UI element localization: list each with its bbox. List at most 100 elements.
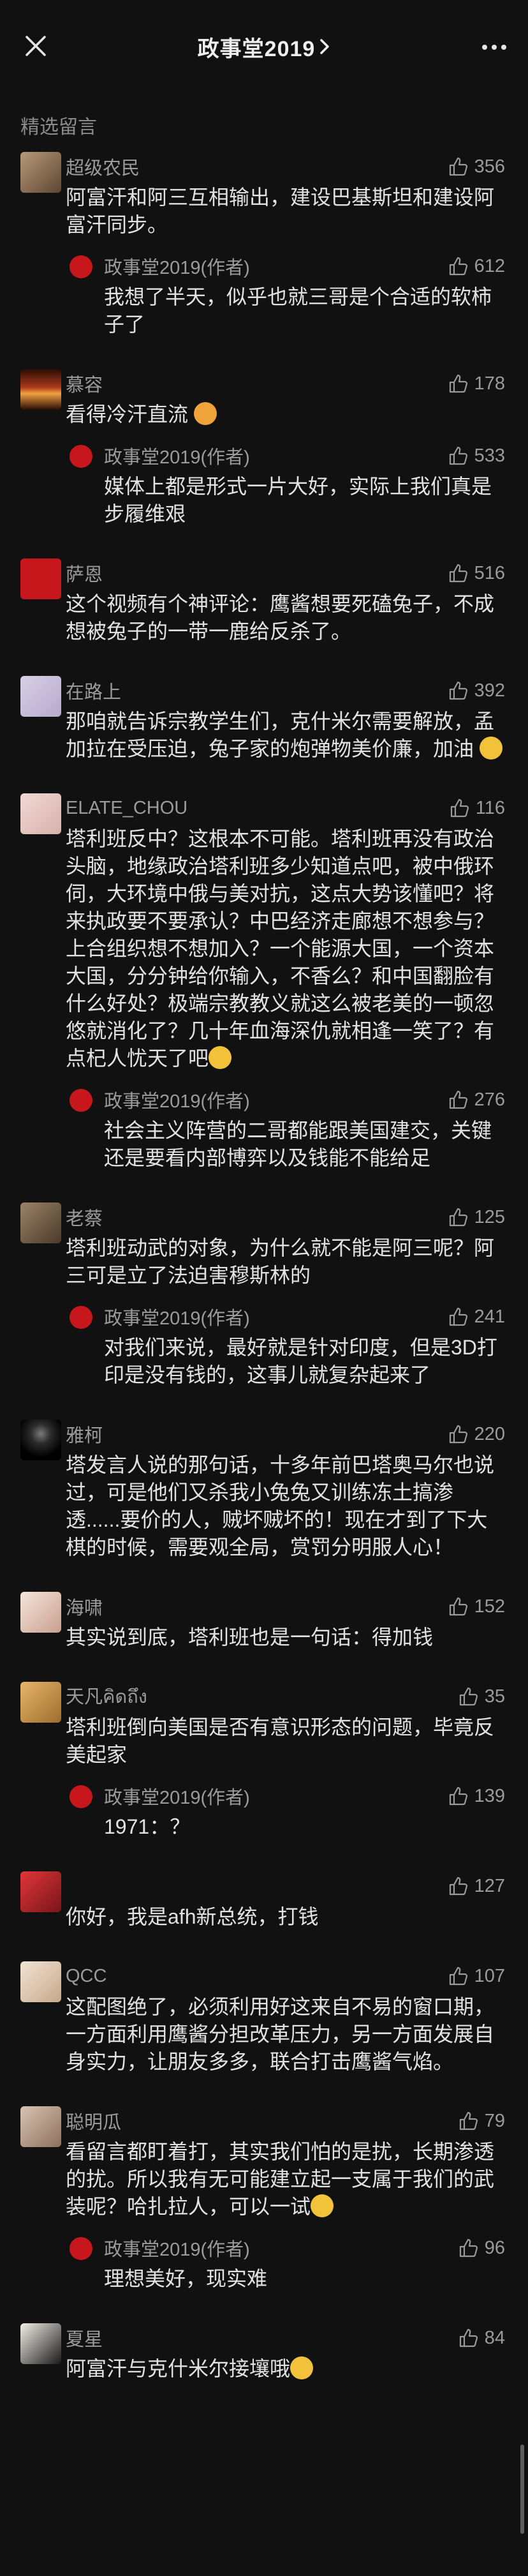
- author-name[interactable]: 政事堂2019(作者): [104, 442, 250, 469]
- comment-item: 慕容 178 看得冷汗直流 政事堂2019(作者) 533 媒体上都是形式一片大…: [0, 368, 528, 528]
- commenter-name[interactable]: ELATE_CHOU: [66, 798, 187, 819]
- like-button[interactable]: 116: [449, 797, 505, 819]
- avatar[interactable]: [20, 558, 61, 599]
- avatar[interactable]: [20, 2106, 61, 2147]
- comment-text-row: 看留言都盯着打，其实我们怕的是扰，长期渗透的扰。所以我有无可能建立起一支属于我们…: [66, 2138, 505, 2220]
- avatar[interactable]: [20, 1682, 61, 1723]
- like-button[interactable]: 139: [448, 1785, 505, 1807]
- avatar[interactable]: [20, 1592, 61, 1633]
- thumbs-up-icon: [449, 681, 467, 700]
- author-avatar: [70, 445, 92, 468]
- like-count: 276: [474, 1089, 505, 1110]
- thumbs-up-icon: [449, 1597, 467, 1616]
- thumbs-up-icon: [459, 1687, 478, 1706]
- like-button[interactable]: 127: [448, 1875, 505, 1897]
- commenter-name[interactable]: 海啸: [66, 1593, 103, 1620]
- comment-text: 其实说到底，塔利班也是一句话：得加钱: [66, 1626, 434, 1649]
- author-reply: 政事堂2019(作者) 241 对我们来说，最好就是针对印度，但是3D打印是没有…: [66, 1301, 505, 1389]
- comment-item: 在路上 392 那咱就告诉宗教学生们，克什米尔需要解放，孟加拉在受压迫，兔子家的…: [0, 675, 528, 763]
- avatar[interactable]: [20, 676, 61, 717]
- like-count: 533: [474, 445, 505, 466]
- like-button[interactable]: 125: [448, 1206, 505, 1228]
- commenter-name[interactable]: 在路上: [66, 677, 121, 704]
- reply-text: 社会主义阵营的二哥都能跟美国建交，关键还是要看内部博弈以及钱能不能给足: [104, 1119, 492, 1169]
- avatar[interactable]: [20, 793, 61, 834]
- comment-text: 看得冷汗直流: [66, 403, 189, 426]
- thumbs-up-icon: [449, 446, 467, 465]
- like-button[interactable]: 220: [448, 1423, 505, 1445]
- like-button[interactable]: 152: [448, 1596, 505, 1617]
- comment-item: 雅柯 220 塔发言人说的那句话，十多年前巴塔奥马尔也说过，可是他们又杀我小兔兔…: [0, 1418, 528, 1561]
- chevron-right-icon: [320, 39, 330, 54]
- like-button[interactable]: 533: [448, 445, 505, 467]
- like-button[interactable]: 107: [448, 1965, 505, 1987]
- comment-text: 你好，我是afh新总统，打钱: [66, 1905, 319, 1928]
- avatar[interactable]: [20, 1871, 61, 1912]
- reply-text: 媒体上都是形式一片大好，实际上我们真是步履维艰: [104, 475, 492, 525]
- commenter-name[interactable]: 老蔡: [66, 1204, 103, 1231]
- avatar[interactable]: [20, 369, 61, 410]
- like-count: 96: [484, 2237, 505, 2258]
- comment-item: 夏星 84 阿富汗与克什米尔接壤哦: [0, 2322, 528, 2383]
- like-count: 107: [474, 1965, 505, 1986]
- thumbs-up-icon: [449, 1786, 467, 1806]
- like-count: 127: [474, 1875, 505, 1896]
- author-name[interactable]: 政事堂2019(作者): [104, 2235, 250, 2261]
- author-reply: 政事堂2019(作者) 276 社会主义阵营的二哥都能跟美国建交，关键还是要看内…: [66, 1084, 505, 1172]
- like-button[interactable]: 516: [448, 562, 505, 584]
- reply-text: 对我们来说，最好就是针对印度，但是3D打印是没有钱的，这事儿就复杂起来了: [104, 1336, 497, 1386]
- like-button[interactable]: 276: [448, 1089, 505, 1111]
- close-icon[interactable]: [23, 33, 48, 59]
- like-button[interactable]: 356: [448, 156, 505, 177]
- author-avatar: [70, 2237, 92, 2260]
- commenter-name[interactable]: QCC: [66, 1966, 106, 1987]
- commenter-name[interactable]: 萨恩: [66, 560, 103, 587]
- commenter-name[interactable]: 天凡คิดถึง: [66, 1682, 147, 1711]
- like-button[interactable]: 178: [448, 373, 505, 394]
- like-button[interactable]: 392: [448, 680, 505, 701]
- comment-text-row: 塔利班反中？这根本不可能。塔利班再没有政治头脑，地缘政治塔利班多少知道点吧，被中…: [66, 825, 505, 1072]
- author-name[interactable]: 政事堂2019(作者): [104, 1303, 250, 1330]
- like-button[interactable]: 35: [458, 1686, 505, 1707]
- commenter-name[interactable]: 慕容: [66, 370, 103, 397]
- scrollbar[interactable]: [520, 2445, 524, 2534]
- thumbs-up-icon: [449, 1307, 467, 1326]
- avatar[interactable]: [20, 1961, 61, 2002]
- like-count: 139: [474, 1785, 505, 1806]
- like-button[interactable]: 612: [448, 255, 505, 277]
- comment-text-row: 那咱就告诉宗教学生们，克什米尔需要解放，孟加拉在受压迫，兔子家的炮弹物美价廉，加…: [66, 708, 505, 763]
- comment-text: 这个视频有个神评论：鹰酱想要死磕兔子，不成想被兔子的一带一鹿给反杀了。: [66, 592, 495, 643]
- commenter-name[interactable]: 超级农民: [66, 153, 140, 180]
- top-bar: 政事堂2019: [0, 0, 528, 96]
- author-name[interactable]: 政事堂2019(作者): [104, 1086, 250, 1113]
- like-button[interactable]: 96: [458, 2237, 505, 2259]
- like-count: 178: [474, 373, 505, 394]
- thumbs-up-icon: [459, 2328, 478, 2348]
- thumbs-up-icon: [449, 157, 467, 176]
- grin-emoji-icon: [311, 2194, 334, 2217]
- like-button[interactable]: 79: [458, 2110, 505, 2132]
- avatar[interactable]: [20, 2323, 61, 2364]
- avatar[interactable]: [20, 1202, 61, 1243]
- like-count: 125: [474, 1206, 505, 1227]
- account-title-button[interactable]: 政事堂2019: [198, 31, 331, 63]
- commenter-name[interactable]: 夏星: [66, 2325, 103, 2351]
- like-count: 152: [474, 1596, 505, 1617]
- author-name[interactable]: 政事堂2019(作者): [104, 253, 250, 280]
- thumbs-up-icon: [449, 374, 467, 393]
- avatar[interactable]: [20, 152, 61, 193]
- thumbs-up-icon: [449, 1966, 467, 1986]
- comment-text: 那咱就告诉宗教学生们，克什米尔需要解放，孟加拉在受压迫，兔子家的炮弹物美价廉，加…: [66, 710, 495, 760]
- more-icon[interactable]: [482, 45, 506, 50]
- commenter-name[interactable]: 雅柯: [66, 1421, 103, 1448]
- reply-text: 我想了半天，似乎也就三哥是个合适的软柿子了: [104, 285, 492, 336]
- author-name[interactable]: 政事堂2019(作者): [104, 1783, 250, 1809]
- like-count: 392: [474, 680, 505, 701]
- avatar[interactable]: [20, 1419, 61, 1460]
- like-button[interactable]: 241: [448, 1306, 505, 1328]
- sweat-emoji-icon: [193, 402, 217, 425]
- laugh-emoji-icon: [209, 1046, 232, 1069]
- like-button[interactable]: 84: [458, 2327, 505, 2349]
- commenter-name[interactable]: 聪明瓜: [66, 2108, 121, 2134]
- reply-text: 理想美好，现实难: [104, 2267, 268, 2290]
